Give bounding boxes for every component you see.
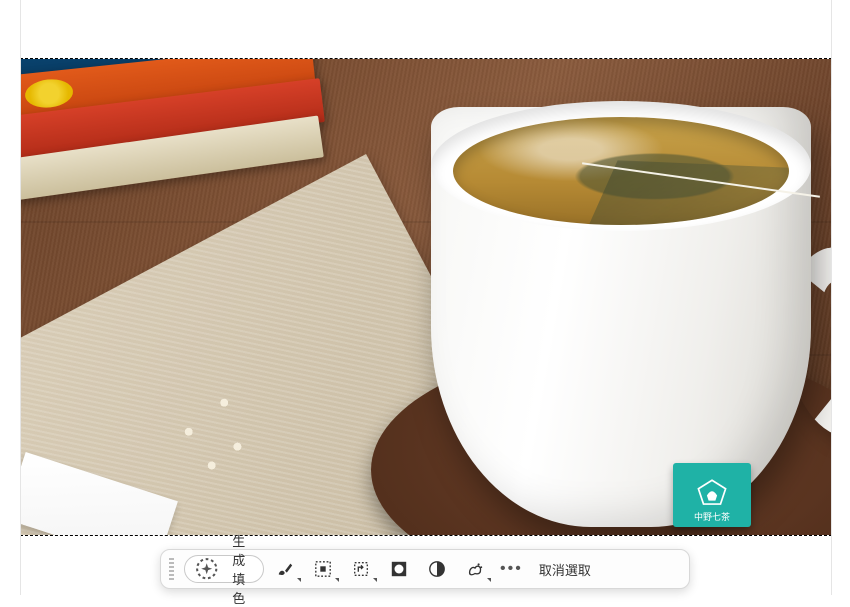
tea-tag-brand: 中野七茶 — [694, 510, 730, 523]
more-icon: ••• — [500, 560, 523, 577]
mask-button[interactable] — [382, 554, 416, 584]
generative-fill-button[interactable]: 生成填色 — [184, 555, 264, 583]
marquee-selection[interactable]: 中野七茶 — [20, 58, 832, 536]
generative-fill-label: 生成填色 — [226, 531, 251, 607]
select-subject-button[interactable] — [306, 554, 340, 584]
adjustment-button[interactable] — [420, 554, 454, 584]
tea-cup — [411, 107, 831, 535]
content-aware-fill-button[interactable] — [458, 554, 492, 584]
canvas[interactable]: 中野七茶 — [20, 0, 832, 595]
tea-tag-logo-icon — [695, 478, 729, 508]
content-aware-fill-icon — [466, 560, 484, 578]
select-subject-icon — [314, 560, 332, 578]
brush-tool-button[interactable] — [268, 554, 302, 584]
remove-background-icon — [352, 560, 370, 578]
more-button[interactable]: ••• — [496, 560, 527, 578]
deselect-button[interactable]: 取消選取 — [531, 556, 599, 583]
chevron-down-icon — [487, 578, 491, 582]
transform-selection-button[interactable] — [344, 554, 378, 584]
image-content: 中野七茶 — [21, 59, 831, 535]
generative-sparkle-icon — [193, 555, 220, 582]
tea-tag: 中野七茶 — [673, 463, 751, 527]
drag-grip-icon[interactable] — [169, 558, 174, 580]
adjustment-icon — [428, 560, 446, 578]
chevron-down-icon — [373, 578, 377, 582]
brush-icon — [276, 560, 294, 578]
chevron-down-icon — [297, 578, 301, 582]
mask-icon — [390, 560, 408, 578]
contextual-task-bar[interactable]: 生成填色 — [160, 549, 690, 589]
chevron-down-icon — [335, 578, 339, 582]
